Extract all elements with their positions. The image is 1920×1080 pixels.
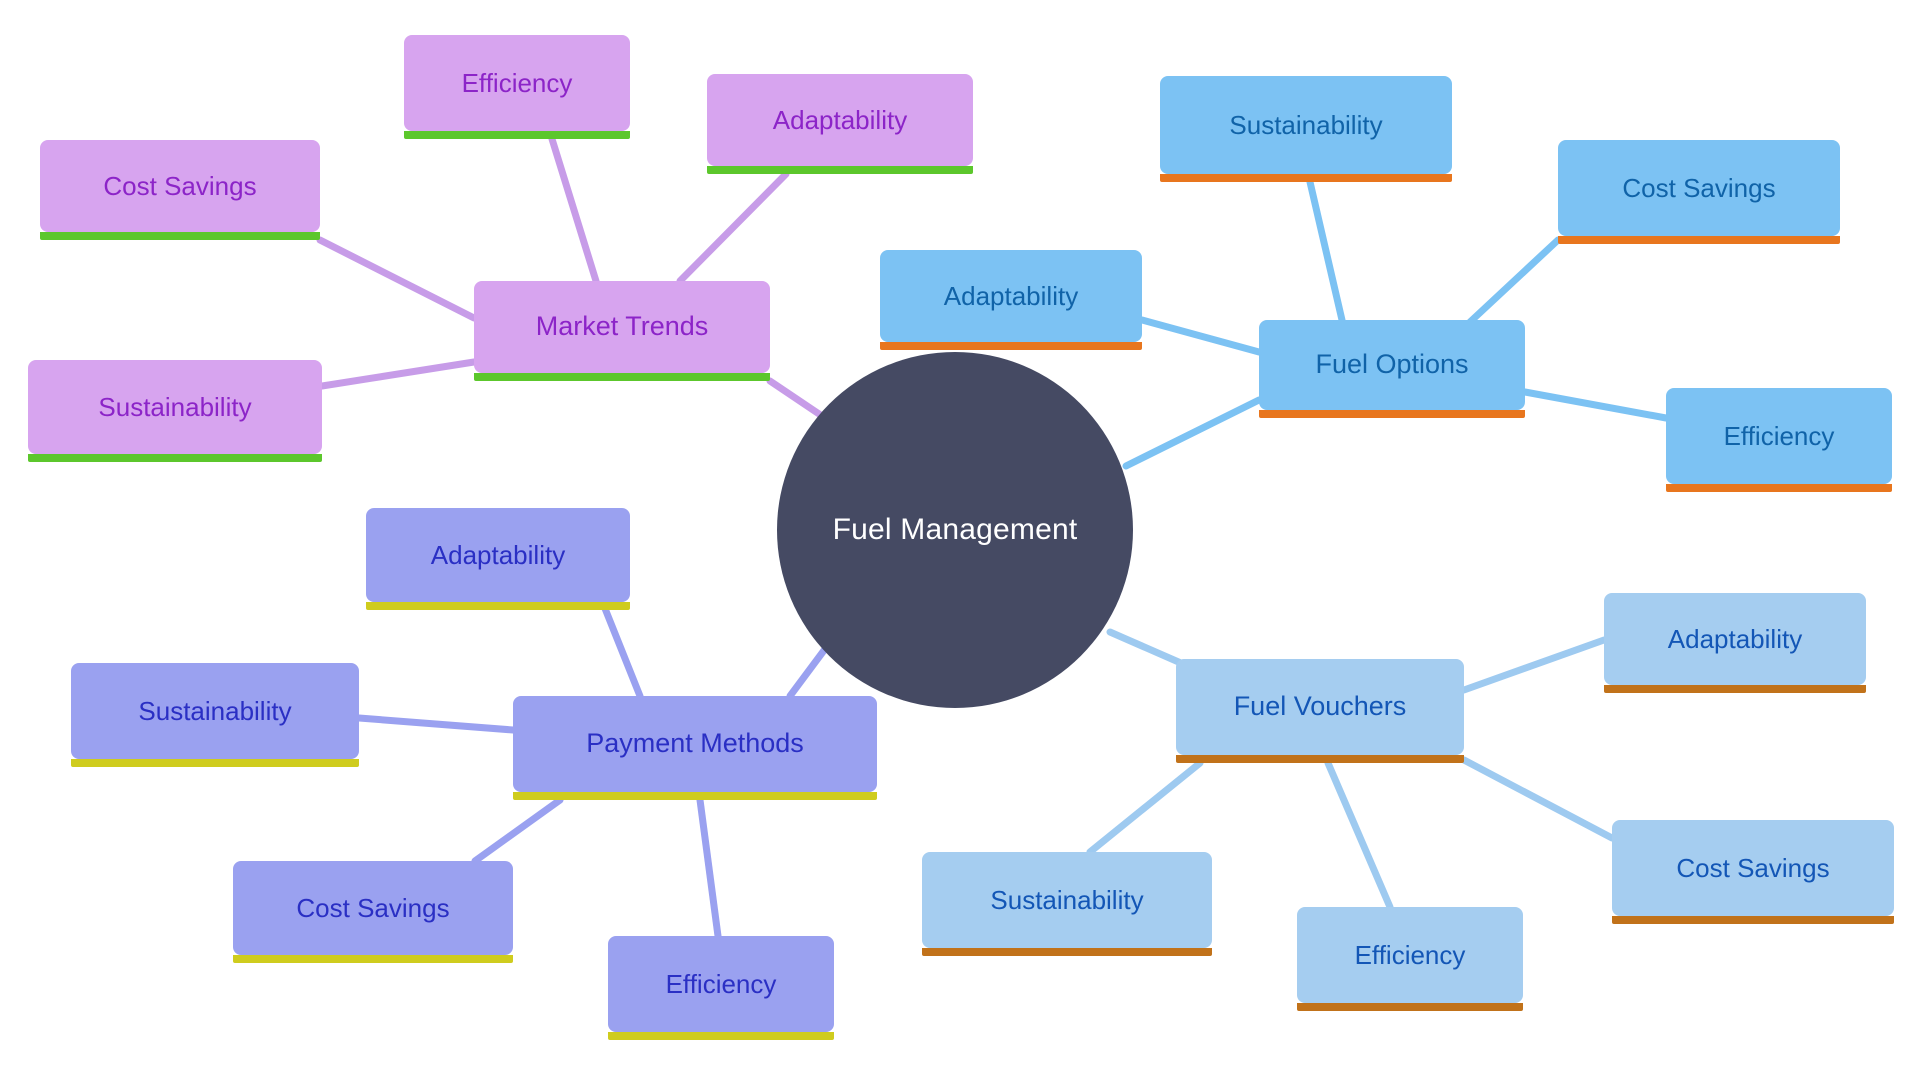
leaf-node-fo-efficiency-label: Efficiency <box>1723 420 1835 451</box>
leaf-node-fo-cost-savings-label: Cost Savings <box>1622 172 1776 203</box>
branch-node-payment-methods-accent-bar <box>513 792 877 800</box>
leaf-node-fo-adaptability-accent-bar <box>880 342 1142 350</box>
leaf-node-fv-adaptability-label: Adaptability <box>1667 623 1803 654</box>
leaf-node-pm-sustainability-label: Sustainability <box>138 695 292 726</box>
leaf-node-fv-sustainability[interactable]: Sustainability <box>922 852 1212 956</box>
branch-node-payment-methods[interactable]: Payment Methods <box>513 696 877 800</box>
edge-pm-cost-savings <box>471 796 564 865</box>
edge-mt-efficiency <box>548 135 600 285</box>
leaf-node-fv-efficiency-label: Efficiency <box>1354 939 1466 970</box>
branch-node-fuel-options-accent-bar <box>1259 410 1525 418</box>
leaf-node-mt-sustainability[interactable]: Sustainability <box>28 360 322 462</box>
leaf-node-mt-adaptability-label: Adaptability <box>772 104 908 135</box>
center-node-fuel-management[interactable]: Fuel Management <box>777 352 1133 708</box>
edge-fv-cost-savings <box>1460 756 1616 842</box>
leaf-node-mt-adaptability-accent-bar <box>707 166 973 174</box>
leaf-node-fo-adaptability[interactable]: Adaptability <box>880 250 1142 350</box>
leaf-node-fv-efficiency[interactable]: Efficiency <box>1297 907 1523 1011</box>
branch-node-fuel-vouchers-label: Fuel Vouchers <box>1233 691 1407 722</box>
branch-node-fuel-options-label: Fuel Options <box>1315 349 1469 380</box>
edge-fv-adaptability <box>1460 636 1608 694</box>
mindmap-canvas: Fuel Management Market Trends Cost Savings… <box>0 0 1920 1080</box>
branch-node-fuel-options[interactable]: Fuel Options <box>1259 320 1525 418</box>
edge-fo-efficiency <box>1521 388 1670 422</box>
edge-pm-adaptability <box>600 602 644 700</box>
leaf-node-mt-adaptability[interactable]: Adaptability <box>707 74 973 174</box>
leaf-node-pm-cost-savings-label: Cost Savings <box>296 892 450 923</box>
leaf-node-pm-cost-savings-accent-bar <box>233 955 513 963</box>
branch-node-fuel-vouchers-accent-bar <box>1176 755 1464 763</box>
leaf-node-fo-adaptability-label: Adaptability <box>943 280 1079 311</box>
leaf-node-pm-sustainability[interactable]: Sustainability <box>71 663 359 767</box>
branch-node-payment-methods-label: Payment Methods <box>586 728 804 759</box>
leaf-node-mt-sustainability-label: Sustainability <box>98 391 252 422</box>
leaf-node-pm-adaptability-label: Adaptability <box>430 539 566 570</box>
edge-fo-cost-savings <box>1466 236 1562 326</box>
edge-fo-sustainability <box>1306 178 1346 324</box>
leaf-node-fv-sustainability-accent-bar <box>922 948 1212 956</box>
leaf-node-fo-sustainability-label: Sustainability <box>1229 109 1383 140</box>
leaf-node-mt-efficiency-label: Efficiency <box>461 67 573 98</box>
leaf-node-pm-sustainability-accent-bar <box>71 759 359 767</box>
edge-pm-efficiency <box>696 796 722 940</box>
branch-node-fuel-vouchers[interactable]: Fuel Vouchers <box>1176 659 1464 763</box>
edge-fv-sustainability <box>1086 759 1204 856</box>
leaf-node-pm-efficiency-accent-bar <box>608 1032 834 1040</box>
leaf-node-mt-sustainability-accent-bar <box>28 454 322 462</box>
leaf-node-pm-adaptability[interactable]: Adaptability <box>366 508 630 610</box>
leaf-node-mt-efficiency-accent-bar <box>404 131 630 139</box>
branch-node-market-trends-accent-bar <box>474 373 770 381</box>
edge-fv-efficiency <box>1324 759 1394 911</box>
leaf-node-mt-efficiency[interactable]: Efficiency <box>404 35 630 139</box>
leaf-node-fv-adaptability-accent-bar <box>1604 685 1866 693</box>
leaf-node-fv-cost-savings-label: Cost Savings <box>1676 852 1830 883</box>
leaf-node-fo-sustainability-accent-bar <box>1160 174 1452 182</box>
edge-center-payment-methods <box>786 641 832 700</box>
leaf-node-pm-cost-savings[interactable]: Cost Savings <box>233 861 513 963</box>
edge-center-fuel-options <box>1122 396 1263 470</box>
leaf-node-mt-cost-savings-label: Cost Savings <box>103 170 257 201</box>
leaf-node-fo-efficiency-accent-bar <box>1666 484 1892 492</box>
edge-mt-cost-savings <box>316 236 478 322</box>
leaf-node-fv-cost-savings[interactable]: Cost Savings <box>1612 820 1894 924</box>
leaf-node-pm-efficiency-label: Efficiency <box>665 968 777 999</box>
leaf-node-mt-cost-savings[interactable]: Cost Savings <box>40 140 320 240</box>
leaf-node-fo-sustainability[interactable]: Sustainability <box>1160 76 1452 182</box>
leaf-node-fv-sustainability-label: Sustainability <box>990 884 1144 915</box>
leaf-node-pm-efficiency[interactable]: Efficiency <box>608 936 834 1040</box>
edge-mt-adaptability <box>676 170 790 285</box>
center-node-label: Fuel Management <box>832 513 1078 546</box>
edge-mt-sustainability <box>318 358 478 390</box>
edge-fo-adaptability <box>1138 316 1263 356</box>
leaf-node-fo-cost-savings[interactable]: Cost Savings <box>1558 140 1840 244</box>
leaf-node-fo-cost-savings-accent-bar <box>1558 236 1840 244</box>
edge-pm-sustainability <box>355 714 517 734</box>
leaf-node-mt-cost-savings-accent-bar <box>40 232 320 240</box>
branch-node-market-trends-label: Market Trends <box>535 311 709 342</box>
leaf-node-fv-cost-savings-accent-bar <box>1612 916 1894 924</box>
leaf-node-fv-adaptability[interactable]: Adaptability <box>1604 593 1866 693</box>
branch-node-market-trends[interactable]: Market Trends <box>474 281 770 381</box>
leaf-node-fo-efficiency[interactable]: Efficiency <box>1666 388 1892 492</box>
leaf-node-pm-adaptability-accent-bar <box>366 602 630 610</box>
leaf-node-fv-efficiency-accent-bar <box>1297 1003 1523 1011</box>
